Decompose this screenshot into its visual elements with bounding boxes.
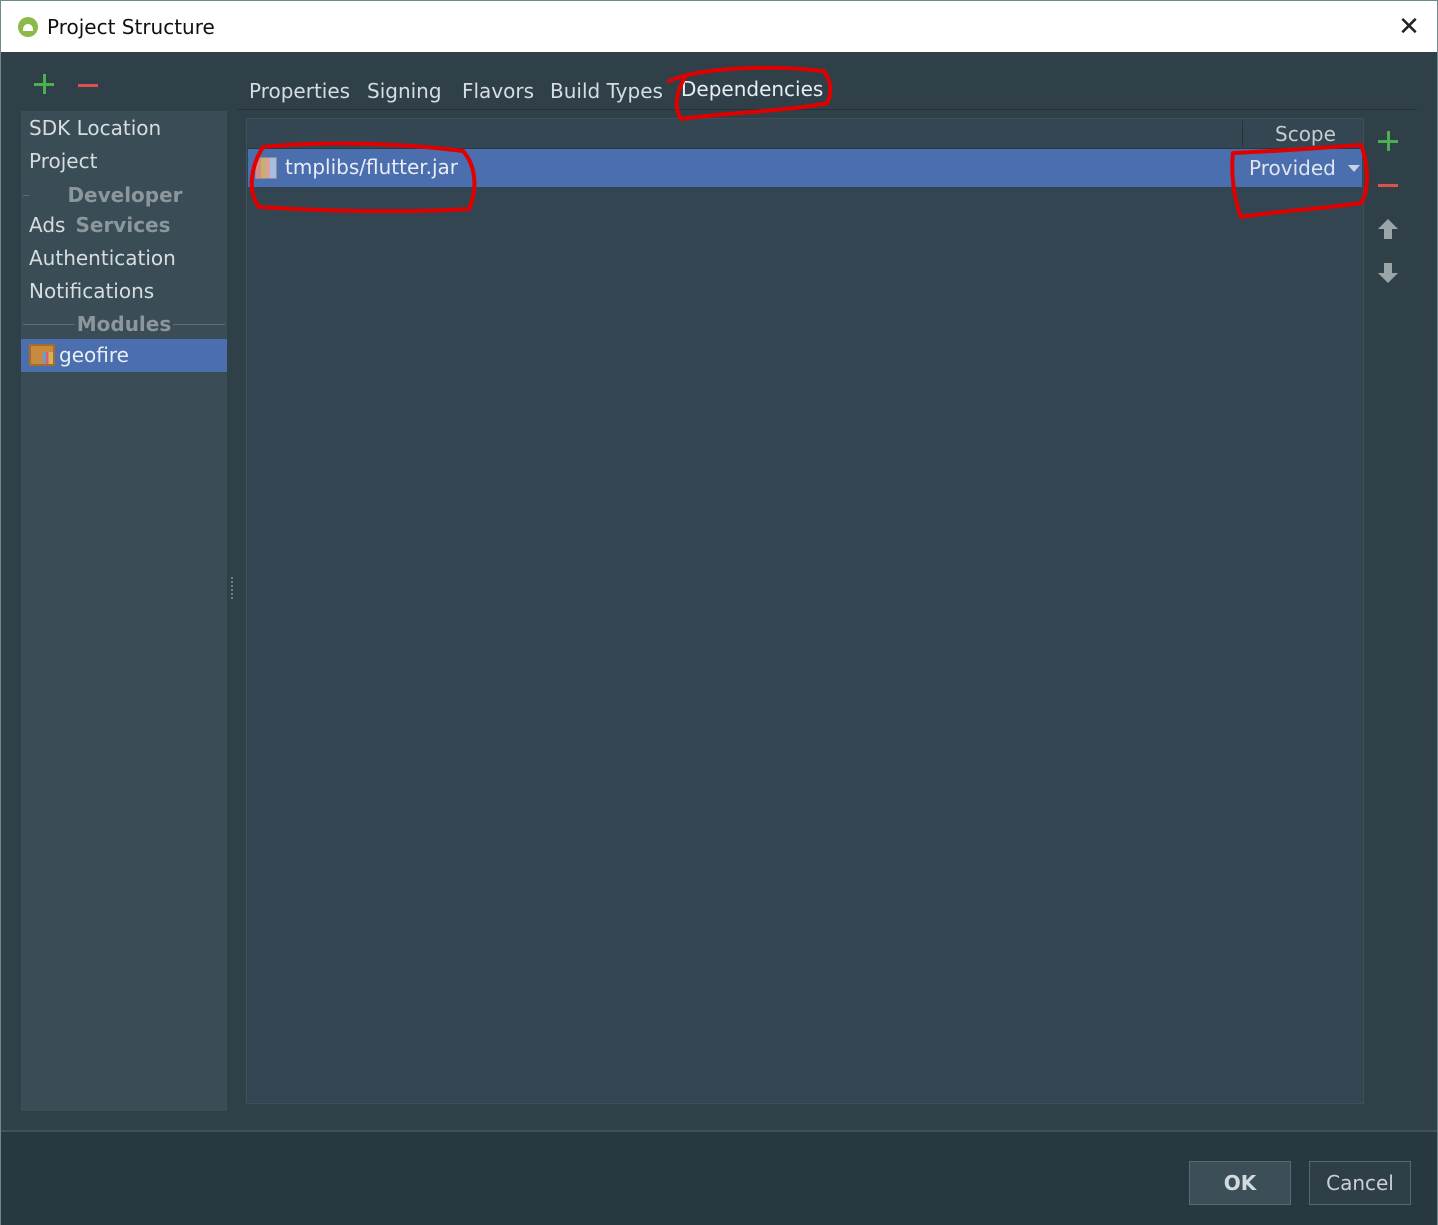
- table-row[interactable]: tmplibs/flutter.jar Provided: [248, 149, 1362, 187]
- add-dependency-button[interactable]: [1376, 129, 1400, 153]
- dialog-title: Project Structure: [47, 15, 215, 39]
- scope-column-header[interactable]: Scope: [1275, 122, 1336, 146]
- move-up-button[interactable]: [1376, 217, 1400, 241]
- minus-icon: [78, 84, 98, 87]
- module-tabs: Properties Signing Flavors Build Types D…: [237, 71, 1417, 111]
- arrow-down-icon: [1376, 261, 1400, 285]
- dependencies-table: Scope tmplibs/flutter.jar Provided: [246, 118, 1364, 1104]
- minus-icon: [1378, 184, 1398, 187]
- add-module-button[interactable]: [33, 73, 55, 95]
- ok-button[interactable]: OK: [1189, 1161, 1291, 1205]
- sidebar-item-geofire[interactable]: geofire: [21, 339, 227, 372]
- tab-properties[interactable]: Properties: [249, 75, 350, 111]
- chevron-down-icon: [1348, 165, 1360, 172]
- remove-dependency-button[interactable]: [1376, 173, 1400, 197]
- close-icon[interactable]: ✕: [1395, 14, 1423, 41]
- arrow-up-icon: [1376, 217, 1400, 241]
- android-studio-icon: [18, 17, 38, 37]
- table-header: Scope: [247, 119, 1363, 149]
- title-bar: Project Structure ✕: [1, 1, 1437, 52]
- sidebar-item-ads[interactable]: Ads: [21, 209, 227, 242]
- tab-dependencies[interactable]: Dependencies: [681, 73, 823, 109]
- jar-library-icon: [255, 157, 277, 179]
- sidebar: SDK Location Project Developer Services …: [21, 111, 227, 1111]
- splitter-handle[interactable]: [230, 576, 234, 600]
- sidebar-item-label: geofire: [59, 343, 129, 367]
- dependency-name: tmplibs/flutter.jar: [285, 155, 459, 179]
- dialog-footer: OK Cancel: [1, 1132, 1437, 1225]
- sidebar-item-sdk-location[interactable]: SDK Location: [21, 112, 227, 145]
- sidebar-item-project[interactable]: Project: [21, 145, 227, 178]
- tab-build-types[interactable]: Build Types: [550, 75, 663, 111]
- module-icon: [29, 343, 55, 366]
- scope-value: Provided: [1249, 156, 1336, 180]
- column-divider[interactable]: [1242, 121, 1243, 147]
- project-structure-dialog: Project Structure ✕ SDK Location Project…: [0, 0, 1438, 1225]
- tabs-divider: [237, 109, 1417, 110]
- move-down-button[interactable]: [1376, 261, 1400, 285]
- developer-services-header: Developer Services: [21, 180, 227, 237]
- tab-flavors[interactable]: Flavors: [462, 75, 534, 111]
- sidebar-item-authentication[interactable]: Authentication: [21, 242, 227, 275]
- remove-module-button[interactable]: [77, 73, 99, 95]
- scope-dropdown[interactable]: Provided: [1248, 149, 1362, 187]
- tab-signing[interactable]: Signing: [367, 75, 442, 111]
- modules-header: Modules: [21, 309, 227, 339]
- cancel-button[interactable]: Cancel: [1309, 1161, 1411, 1205]
- sidebar-item-notifications[interactable]: Notifications: [21, 275, 227, 308]
